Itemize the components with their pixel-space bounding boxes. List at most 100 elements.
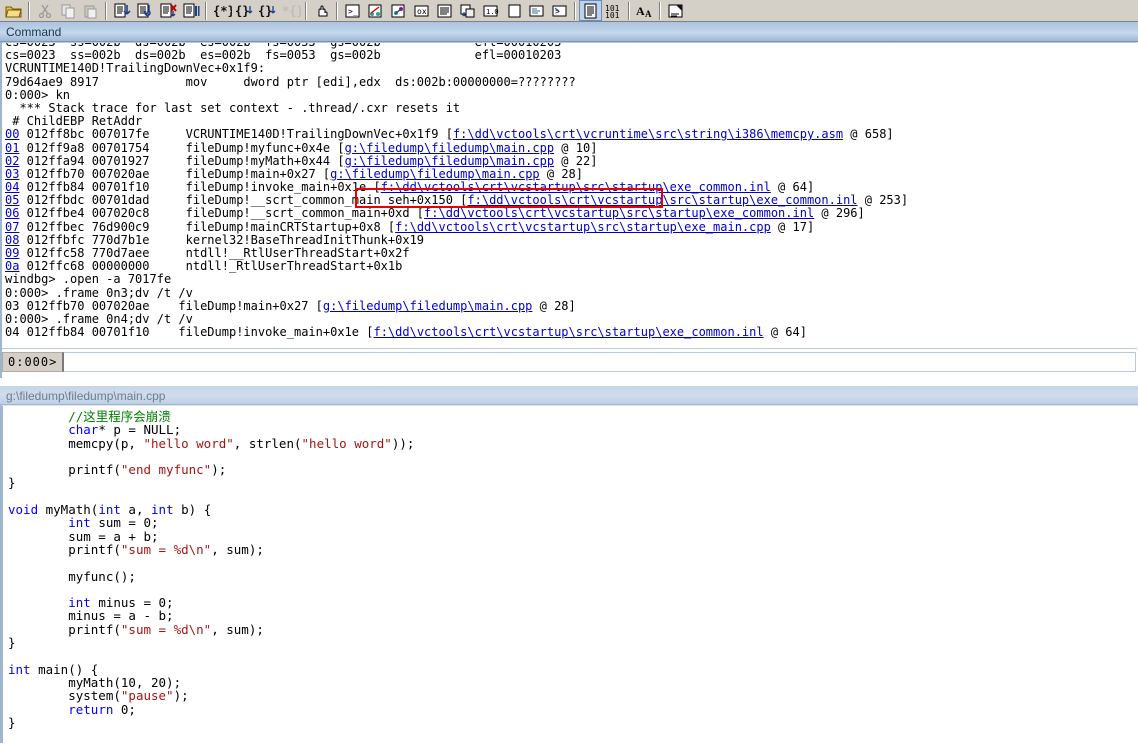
source-line: void myMath(int a, int b) { — [8, 503, 1138, 516]
source-line — [8, 556, 1138, 569]
source-file-link[interactable]: f:\dd\vctools\crt\vcstartup\src\startup\… — [373, 325, 763, 339]
toolbar-separator — [105, 1, 107, 20]
log-text: 0:000> .frame 0n4;dv /t /v — [5, 311, 193, 326]
source-line: int minus = 0; — [8, 596, 1138, 609]
code-string: "sum = %d\n" — [120, 541, 212, 557]
stack-frame-index[interactable]: 09 — [5, 246, 19, 260]
svg-text:{}: {} — [258, 4, 272, 18]
stack-frame-index[interactable]: 03 — [5, 167, 19, 181]
log-text: 012ffc58 770d7aee ntdll!__RtlUserThreadS… — [19, 246, 410, 260]
code-keyword: return — [68, 701, 114, 717]
source-file-link[interactable]: g:\filedump\filedump\main.cpp — [345, 154, 555, 168]
source-file-link[interactable]: g:\filedump\filedump\main.cpp — [330, 167, 540, 181]
call-stack-window-icon[interactable] — [456, 0, 479, 21]
log-text: @ 17] — [770, 219, 815, 234]
processes-threads-icon[interactable] — [525, 0, 548, 21]
scratch-pad-icon[interactable] — [502, 0, 525, 21]
stack-frame-index[interactable]: 08 — [5, 233, 19, 247]
command-log-line: *** Stack trace for last set context - .… — [5, 101, 1137, 115]
code-text: , strlen( — [233, 435, 302, 451]
source-file-link[interactable]: g:\filedump\filedump\main.cpp — [323, 299, 533, 313]
log-text: 012ff8bc 007017fe VCRUNTIME140D!Trailing… — [19, 127, 453, 142]
breakpoint-disable-icon[interactable]: {} — [233, 0, 256, 21]
breakpoint-icon[interactable]: {*} — [210, 0, 233, 21]
stack-frame-index[interactable]: 06 — [5, 206, 19, 220]
source-file-link[interactable]: g:\filedump\filedump\main.cpp — [345, 141, 555, 155]
command-browser-icon[interactable]: >_ — [548, 0, 571, 21]
stack-frame-index[interactable]: 05 — [5, 193, 19, 207]
source-file-link[interactable]: f:\dd\vctools\crt\vcruntime\src\string\i… — [453, 127, 843, 141]
command-window-icon[interactable]: >_ — [341, 0, 364, 21]
disassembly-window-icon[interactable]: 1.0 — [479, 0, 502, 21]
stack-frame-index[interactable]: 00 — [5, 127, 19, 141]
stack-frame-index[interactable]: 02 — [5, 154, 19, 168]
step-over-icon[interactable] — [133, 0, 156, 21]
source-file-link[interactable]: f:\dd\vctools\crt\vcstartup\src\startup\… — [381, 180, 771, 194]
font-icon[interactable]: AA — [633, 0, 656, 21]
copy-icon[interactable] — [56, 0, 79, 21]
watch-window-icon[interactable] — [364, 0, 387, 21]
log-text: 03 012ffb70 007020ae fileDump!main+0x27 … — [5, 298, 323, 313]
code-text: ); — [211, 462, 227, 478]
locals-window-icon[interactable] — [387, 0, 410, 21]
breakpoint-clear-icon[interactable]: {} — [256, 0, 279, 21]
source-line: //这里程序会崩溃 — [8, 410, 1138, 423]
log-text: @ 28] — [539, 166, 583, 181]
stack-frame-index[interactable]: 04 — [5, 180, 19, 194]
toolbar-separator — [659, 1, 661, 20]
hand-break-icon[interactable] — [310, 0, 333, 21]
svg-text:>_: >_ — [555, 7, 565, 16]
source-file-link[interactable]: f:\dd\vctools\crt\vcstartup\src\startup\… — [395, 220, 771, 234]
log-text: @ 658] — [843, 127, 894, 142]
command-log-line: 79d64ae9 8917 mov dword ptr [edi],edx ds… — [5, 75, 1137, 89]
source-code-view[interactable]: //这里程序会崩溃 char* p = NULL; memcpy(p, "hel… — [0, 405, 1138, 743]
cut-icon[interactable] — [33, 0, 56, 21]
stack-frame-index[interactable]: 07 — [5, 220, 19, 234]
log-text: 0:000> .frame 0n3;dv /t /v — [5, 285, 193, 300]
svg-text:A: A — [636, 4, 645, 18]
log-text: @ 64] — [763, 325, 807, 340]
code-text: , sum); — [211, 541, 264, 557]
command-prompt-label: 0:000> — [2, 352, 65, 372]
log-text: 012ff9a8 00701754 fileDump!myfunc+0x4e [ — [19, 140, 345, 155]
toolbar-separator — [305, 1, 307, 20]
code-text: )); — [391, 435, 415, 451]
command-window: Command cs=0023 ss=002b ds=002b es=002b … — [0, 22, 1138, 378]
open-folder-icon[interactable] — [2, 0, 25, 21]
source-line: int main() { — [8, 662, 1138, 676]
stack-frame-index[interactable]: 01 — [5, 141, 19, 155]
log-text: @ 64] — [770, 180, 815, 195]
step-into-icon[interactable] — [110, 0, 133, 21]
source-line: return 0; — [8, 701, 1138, 717]
log-text: @ 296] — [814, 206, 865, 221]
paste-icon[interactable] — [79, 0, 102, 21]
options-icon[interactable] — [664, 0, 687, 21]
source-mode-icon[interactable] — [579, 0, 602, 21]
toolbar-separator — [574, 1, 576, 20]
log-text: @ 22] — [554, 153, 598, 168]
log-text: windbg> .open -a 7017fe — [5, 272, 172, 287]
log-text: 012ffbe4 007020c8 fileDump!__scrt_common… — [19, 206, 425, 221]
command-log-line: 0a 012ffc68 00000000 ntdll!_RtlUserThrea… — [5, 260, 1137, 273]
source-line: printf("sum = %d\n", sum); — [8, 623, 1138, 636]
source-line: memcpy(p, "hello word", strlen("hello wo… — [8, 435, 1138, 451]
source-file-link[interactable]: f:\dd\vctools\crt\vcstartup\src\startup\… — [467, 193, 857, 207]
source-line: printf("sum = %d\n", sum); — [8, 543, 1138, 556]
registers-window-icon[interactable]: ox — [410, 0, 433, 21]
source-window: g:\filedump\filedump\main.cpp //这里程序会崩溃 … — [0, 385, 1138, 744]
log-text: 012ffa94 00701927 fileDump!myMath+0x44 [ — [19, 153, 345, 168]
source-file-link[interactable]: f:\dd\vctools\crt\vcstartup\src\startup\… — [424, 206, 814, 220]
memory-window-icon[interactable] — [433, 0, 456, 21]
toolbar-separator — [205, 1, 207, 20]
command-output-log[interactable]: cs=0023 ss=002b ds=002b es=002b fs=0053 … — [2, 42, 1137, 349]
code-string: "sum = %d\n" — [120, 621, 212, 637]
step-out-icon[interactable] — [156, 0, 179, 21]
command-input[interactable] — [64, 352, 1136, 372]
log-text: 0:000> kn — [5, 87, 71, 102]
code-string: "end myfunc" — [120, 462, 212, 478]
stack-frame-index[interactable]: 0a — [5, 259, 19, 273]
log-text: @ 28] — [532, 298, 576, 313]
numbers-icon[interactable]: 101 101 — [602, 0, 625, 21]
run-to-cursor-icon[interactable] — [179, 0, 202, 21]
toolbar-separator — [628, 1, 630, 20]
